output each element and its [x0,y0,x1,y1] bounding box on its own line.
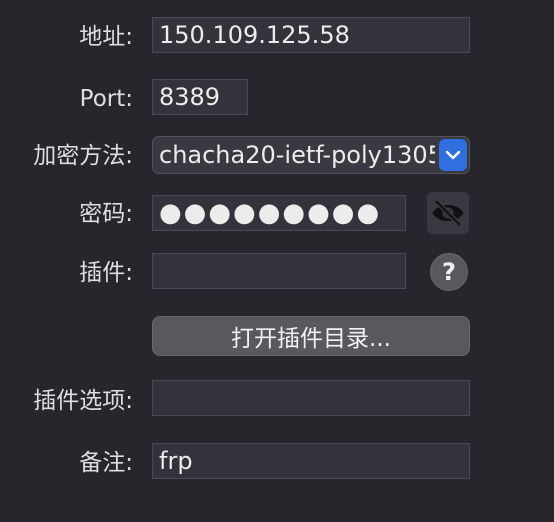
remarks-label: 备注: [79,450,133,476]
plugin-options-input[interactable] [152,380,470,416]
port-input[interactable]: 8389 [152,79,248,115]
encryption-label: 加密方法: [33,143,133,169]
password-label: 密码: [79,201,133,227]
remarks-input[interactable]: frp [152,443,470,479]
plugin-input[interactable] [152,253,406,289]
plugin-label: 插件: [79,260,133,286]
plugin-options-label: 插件选项: [33,388,133,414]
encryption-select[interactable]: chacha20-ietf-poly1305 [152,136,470,174]
address-label: 地址: [79,24,133,50]
open-plugin-directory-button[interactable]: 打开插件目录... [152,316,470,356]
eye-slash-icon[interactable] [427,192,469,234]
password-input[interactable]: ●●●●●●●●● [152,195,406,231]
chevron-down-icon[interactable] [439,139,467,171]
address-input[interactable]: 150.109.125.58 [152,17,470,53]
encryption-value: chacha20-ietf-poly1305 [159,141,435,169]
question-mark-icon[interactable]: ? [430,253,468,291]
port-label: Port: [79,86,133,112]
